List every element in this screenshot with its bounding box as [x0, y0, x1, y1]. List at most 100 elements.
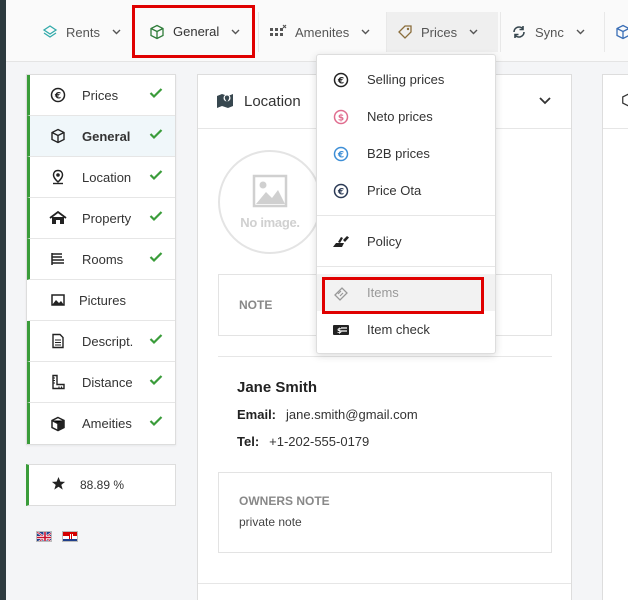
menu-item-label: Price Ota	[367, 183, 422, 198]
picture-icon	[48, 292, 68, 308]
nav-general[interactable]: General	[132, 5, 255, 58]
menu-item-b2b-prices[interactable]: € B2B prices	[317, 135, 495, 172]
divider	[218, 356, 552, 357]
nav-prices-label: Prices	[421, 24, 458, 40]
sidebar-item-description[interactable]: Descript.	[27, 321, 175, 362]
nav-amenites[interactable]: Amenites	[258, 12, 380, 52]
svg-text:€: €	[337, 150, 344, 160]
owners-note-value: private note	[239, 515, 302, 529]
check-icon	[149, 210, 163, 225]
map-pin-icon	[48, 169, 68, 185]
menu-item-label: Neto prices	[367, 109, 433, 124]
nav-prices[interactable]: Prices	[386, 12, 498, 52]
svg-text:€: €	[337, 76, 344, 86]
uk-flag-icon[interactable]	[36, 531, 52, 542]
sidebar-item-label: Location	[82, 169, 132, 185]
chevron-down-icon[interactable]	[539, 93, 551, 108]
prices-dropdown-menu: € Selling prices $ Neto prices € B2B pri…	[316, 54, 496, 354]
cube-icon	[48, 128, 68, 144]
check-icon	[149, 251, 163, 266]
chevron-down-icon	[231, 29, 240, 35]
menu-item-policy[interactable]: Policy	[317, 223, 495, 260]
menu-item-items[interactable]: Items	[317, 274, 495, 311]
ticket-icon	[332, 285, 350, 301]
tel-label: Tel:	[237, 434, 260, 449]
euro-circle-dark-icon: €	[332, 183, 350, 199]
svg-text:$: $	[338, 113, 344, 123]
euro-circle-icon: €	[332, 72, 350, 88]
menu-divider	[317, 266, 495, 267]
sync-icon	[511, 24, 527, 40]
top-navigation: Rents General Amenites Prices Sync	[6, 0, 628, 62]
chevron-down-icon	[576, 29, 585, 35]
nav-sync-label: Sync	[535, 24, 564, 40]
sidebar-item-distance[interactable]: Distance	[27, 362, 175, 403]
check-icon	[149, 374, 163, 389]
croatian-flag-icon[interactable]	[62, 531, 78, 542]
note-label: NOTE	[239, 298, 273, 312]
menu-item-neto-prices[interactable]: $ Neto prices	[317, 98, 495, 135]
sidebar-item-amenities[interactable]: Ameities	[27, 403, 175, 444]
check-icon	[149, 87, 163, 102]
sidebar-item-label: Pictures	[79, 292, 126, 308]
owner-email: Email: jane.smith@gmail.com	[237, 407, 418, 422]
sidebar-item-label: Property	[82, 210, 132, 226]
sidebar-item-rooms[interactable]: Rooms	[27, 239, 175, 280]
location-card-title: Location	[244, 93, 301, 110]
document-icon	[48, 333, 68, 349]
owner-tel: Tel: +1-202-555-0179	[237, 434, 369, 449]
menu-item-item-check[interactable]: $ Item check	[317, 311, 495, 348]
check-icon	[149, 415, 163, 430]
menu-item-label: B2B prices	[367, 146, 430, 161]
rents-icon	[42, 24, 58, 40]
secondary-card-header[interactable]	[603, 75, 628, 129]
score-value: 88.89 %	[80, 478, 125, 492]
bed-icon	[48, 251, 68, 267]
nav-more[interactable]	[604, 12, 628, 52]
ruler-icon	[48, 374, 68, 390]
email-label: Email:	[237, 407, 277, 422]
menu-item-selling-prices[interactable]: € Selling prices	[317, 61, 495, 98]
euro-circle-icon: €	[48, 87, 68, 103]
nav-rents-label: Rents	[66, 24, 100, 40]
sidebar-item-label: Rooms	[82, 251, 124, 267]
sidebar-item-prices[interactable]: € Prices	[27, 75, 175, 116]
cash-icon: $	[332, 323, 350, 337]
email-value: jane.smith@gmail.com	[286, 407, 418, 422]
sidebar-item-general[interactable]: General	[27, 116, 175, 157]
owners-note-label: OWNERS NOTE	[239, 494, 330, 508]
nav-rents[interactable]: Rents	[32, 12, 131, 52]
menu-item-price-ota[interactable]: € Price Ota	[317, 172, 495, 209]
completion-score: 88.89 %	[26, 464, 176, 506]
sidebar: € Prices General Location Property Rooms…	[26, 74, 176, 445]
menu-item-label: Item check	[367, 322, 430, 337]
cube-icon	[149, 24, 165, 40]
sidebar-item-location[interactable]: Location	[27, 157, 175, 198]
owners-note-box[interactable]: OWNERS NOTE private note	[218, 472, 552, 553]
sidebar-item-property[interactable]: Property	[27, 198, 175, 239]
menu-item-label: Selling prices	[367, 72, 445, 87]
chevron-down-icon	[112, 29, 121, 35]
sidebar-item-pictures[interactable]: Pictures	[27, 280, 175, 321]
nav-sync[interactable]: Sync	[500, 12, 595, 52]
nav-amenites-label: Amenites	[295, 24, 350, 40]
left-edge-strip	[0, 0, 6, 600]
no-image-placeholder: No image.	[218, 150, 322, 254]
sidebar-item-label: Distance	[82, 374, 133, 390]
euro-circle-blue-icon: €	[332, 146, 350, 162]
divider	[198, 583, 571, 584]
chevron-down-icon	[469, 29, 478, 35]
menu-item-label: Items	[367, 285, 399, 300]
check-icon	[149, 333, 163, 348]
menu-item-label: Policy	[367, 234, 402, 249]
cube-icon	[615, 24, 628, 40]
policy-icon	[332, 234, 350, 250]
check-icon	[149, 169, 163, 184]
sidebar-item-label: Descript.	[82, 333, 134, 349]
box-icon	[48, 416, 68, 432]
owner-name: Jane Smith	[237, 379, 318, 396]
svg-text:€: €	[337, 187, 344, 197]
menu-divider	[317, 215, 495, 216]
map-icon	[216, 92, 234, 111]
sidebar-item-label: General	[82, 128, 131, 144]
